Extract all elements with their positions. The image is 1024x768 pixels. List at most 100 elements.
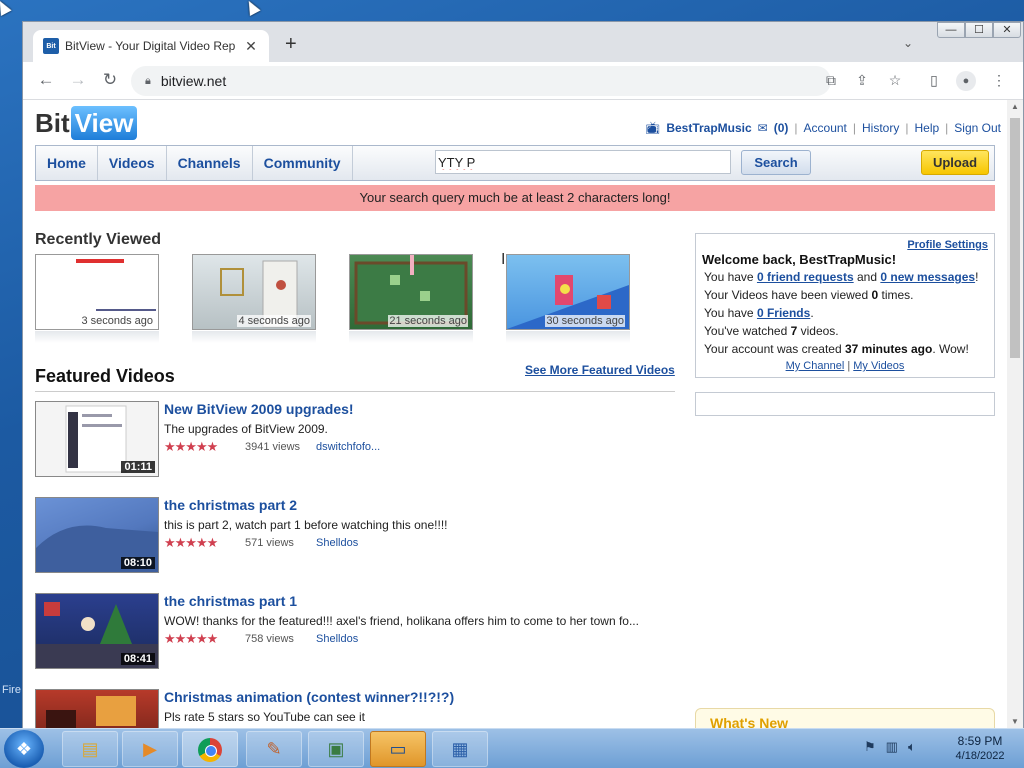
whats-new-box: What's New	[695, 708, 995, 728]
video-title-link[interactable]: the christmas part 2	[164, 497, 297, 513]
back-arrow-icon[interactable]: ←	[35, 70, 57, 90]
video-description: WOW! thanks for the featured!!! axel's f…	[164, 614, 639, 628]
bitview-logo[interactable]: Bit View	[35, 106, 138, 140]
welcome-text: You have	[704, 270, 757, 284]
browser-menu-icon[interactable]: ⋮	[989, 72, 1009, 89]
friends-link[interactable]: 0 Friends	[757, 306, 810, 320]
logo-bit-text: Bit	[35, 107, 70, 138]
nav-channels[interactable]: Channels	[167, 146, 253, 180]
side-panel-icon[interactable]: ▯	[924, 72, 944, 89]
video-title-link[interactable]: Christmas animation (contest winner?!!?!…	[164, 689, 454, 705]
channel-links: My Channel | My Videos	[696, 360, 994, 372]
scroll-down-icon[interactable]: ▼	[1007, 717, 1023, 726]
help-link[interactable]: Help	[914, 121, 939, 135]
welcome-line-views: Your Videos have been viewed 0 times.	[704, 288, 914, 302]
nav-community[interactable]: Community	[253, 146, 353, 180]
separator: |	[905, 121, 909, 135]
video-thumbnail[interactable]: 08:41	[35, 593, 159, 669]
new-tab-button[interactable]: +	[285, 34, 297, 54]
friend-requests-link[interactable]: 0 friend requests	[757, 270, 854, 284]
recent-time: 3 seconds ago	[80, 315, 154, 327]
featured-videos-title: Featured Videos	[35, 366, 175, 386]
recent-time: 30 seconds ago	[545, 315, 625, 327]
video-author-link[interactable]: Shelldos	[316, 537, 358, 549]
nav-home[interactable]: Home	[36, 146, 98, 180]
my-videos-link[interactable]: My Videos	[853, 360, 904, 372]
taskbar-clock[interactable]: 8:59 PM 4/18/2022	[944, 734, 1016, 762]
search-button[interactable]: Search	[741, 150, 811, 175]
mail-icon[interactable]: ✉	[758, 121, 768, 135]
window-close-button[interactable]: ✕	[993, 22, 1021, 38]
video-views: 571 views	[245, 537, 294, 549]
new-messages-link[interactable]: 0 new messages	[880, 270, 975, 284]
welcome-text: . Wow!	[932, 342, 969, 356]
lock-icon[interactable]: 🔒︎	[145, 75, 151, 88]
blocked-popup-icon[interactable]: ⧉	[821, 72, 841, 89]
history-link[interactable]: History	[862, 121, 899, 135]
thumb-reflection	[349, 331, 473, 343]
recent-video-thumb[interactable]: 4 seconds ago	[192, 254, 316, 330]
recent-video-thumb[interactable]: 30 seconds ago	[506, 254, 630, 330]
picture-viewer-icon[interactable]: ▣	[308, 731, 364, 767]
media-player-icon[interactable]: ▶	[122, 731, 178, 767]
video-thumbnail[interactable]	[35, 689, 159, 728]
reload-icon[interactable]: ↻	[99, 70, 121, 90]
sign-out-link[interactable]: Sign Out	[954, 121, 1001, 135]
divider	[35, 391, 675, 392]
my-channel-link[interactable]: My Channel	[786, 360, 845, 372]
video-author-link[interactable]: dswitchfofo...	[316, 441, 380, 453]
welcome-line-requests: You have 0 friend requests and 0 new mes…	[704, 270, 978, 284]
system-tray: ⚑ ▥ 🔈︎	[864, 739, 916, 755]
file-explorer-icon[interactable]: ▤	[62, 731, 118, 767]
start-button[interactable]: ❖	[4, 730, 44, 768]
recent-time: 21 seconds ago	[388, 315, 468, 327]
video-thumbnail[interactable]: 01:11	[35, 401, 159, 477]
video-author-link[interactable]: Shelldos	[316, 633, 358, 645]
profile-avatar-icon[interactable]: ●	[956, 71, 976, 91]
video-title-link[interactable]: the christmas part 1	[164, 593, 297, 609]
browser-tab[interactable]: Bit BitView - Your Digital Video Rep ✕	[33, 30, 269, 62]
account-age: 37 minutes ago	[844, 342, 933, 356]
chrome-icon[interactable]	[182, 731, 238, 767]
remote-desktop-icon[interactable]: ▭	[370, 731, 426, 767]
desktop-icon-label[interactable]: Fire	[2, 684, 21, 696]
video-description: this is part 2, watch part 1 before watc…	[164, 518, 448, 532]
bookmark-star-icon[interactable]: ☆	[885, 72, 905, 89]
welcome-text: times.	[878, 288, 914, 302]
error-banner: Your search query much be at least 2 cha…	[35, 185, 995, 211]
scrollbar-thumb[interactable]	[1010, 118, 1020, 358]
paint-icon[interactable]: ✎	[246, 731, 302, 767]
search-input[interactable]	[435, 150, 731, 174]
upload-button[interactable]: Upload	[921, 150, 989, 175]
video-thumbnail[interactable]: 08:10	[35, 497, 159, 573]
featured-video-item: 01:11 New BitView 2009 upgrades! The upg…	[35, 401, 675, 481]
forward-arrow-icon[interactable]: →	[67, 70, 89, 90]
window-minimize-button[interactable]: —	[937, 22, 965, 38]
volume-icon[interactable]: 🔈︎	[908, 739, 916, 755]
window-maximize-button[interactable]: ☐	[965, 22, 993, 38]
tab-search-chevron-icon[interactable]: ⌄	[903, 36, 913, 50]
page-scrollbar[interactable]: ▲ ▼	[1007, 100, 1023, 728]
nav-videos[interactable]: Videos	[98, 146, 167, 180]
url-text[interactable]: bitview.net	[161, 73, 226, 89]
address-bar[interactable]: 🔒︎ bitview.net	[131, 66, 831, 96]
action-center-flag-icon[interactable]: ⚑	[864, 739, 876, 755]
scroll-up-icon[interactable]: ▲	[1007, 102, 1023, 111]
video-title-link[interactable]: New BitView 2009 upgrades!	[164, 401, 354, 417]
tab-close-icon[interactable]: ✕	[243, 38, 259, 55]
profile-settings-link[interactable]: Profile Settings	[907, 239, 988, 251]
recent-video-thumb[interactable]: 21 seconds ago	[349, 254, 473, 330]
recent-video-thumb[interactable]: 3 seconds ago	[35, 254, 159, 330]
username-link[interactable]: BestTrapMusic	[666, 121, 751, 135]
share-icon[interactable]: ⇪	[852, 72, 872, 89]
separator: |	[945, 121, 949, 135]
see-more-featured-link[interactable]: See More Featured Videos	[525, 363, 675, 377]
video-description: The upgrades of BitView 2009.	[164, 422, 328, 436]
inbox-count-link[interactable]: (0)	[774, 121, 789, 135]
whats-new-title: What's New	[710, 715, 789, 728]
account-link[interactable]: Account	[804, 121, 847, 135]
network-icon[interactable]: ▥	[886, 739, 898, 755]
control-panel-icon[interactable]: ▦	[432, 731, 488, 767]
video-duration: 08:10	[120, 557, 155, 569]
separator: |	[852, 121, 857, 135]
